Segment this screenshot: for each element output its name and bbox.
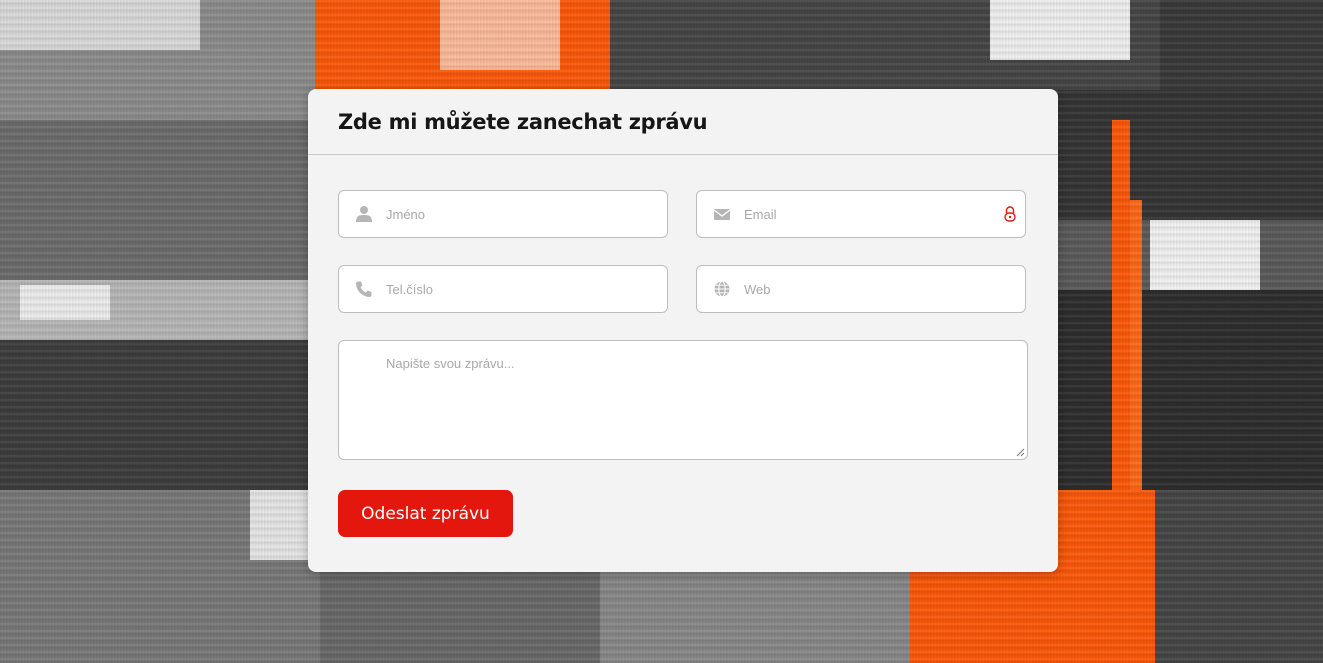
envelope-icon [713,209,731,220]
form-title: Zde mi můžete zanechat zprávu [338,109,708,134]
web-field[interactable] [696,265,1026,313]
contact-form-card: Zde mi můžete zanechat zprávu Jméno Emai… [308,89,1058,572]
web-input[interactable] [744,266,995,312]
phone-input[interactable] [386,266,637,312]
submit-button[interactable]: Odeslat zprávu [338,490,513,537]
phone-icon [356,281,372,297]
name-field[interactable] [338,190,668,238]
card-header: Zde mi můžete zanechat zprávu [308,89,1058,155]
email-input[interactable] [744,191,995,237]
phone-field[interactable] [338,265,668,313]
message-textarea[interactable] [386,355,997,450]
globe-icon [714,281,730,297]
user-icon [356,206,372,222]
lock-icon[interactable] [1003,205,1017,223]
email-field[interactable] [696,190,1026,238]
resize-handle-icon[interactable] [1016,448,1025,457]
name-input[interactable] [386,191,637,237]
message-field[interactable] [338,340,1028,460]
